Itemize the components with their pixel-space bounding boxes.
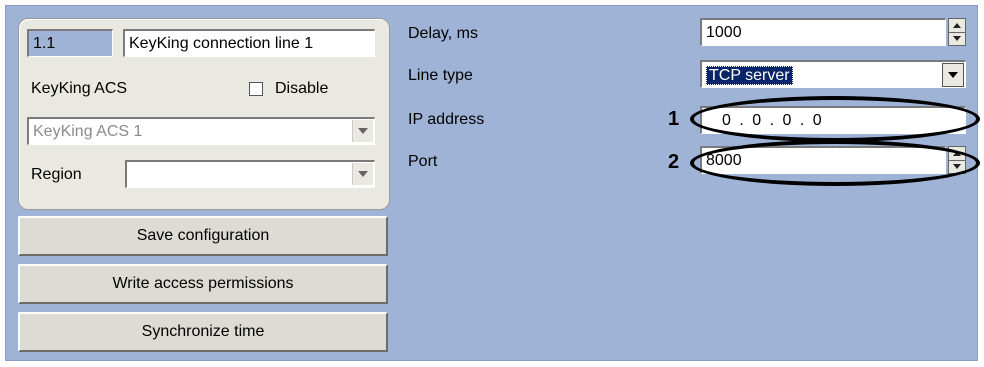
write-access-permissions-button[interactable]: Write access permissions bbox=[18, 264, 388, 304]
disable-checkbox[interactable] bbox=[249, 82, 263, 96]
acs-label: KeyKing ACS bbox=[31, 80, 128, 97]
region-label: Region bbox=[31, 166, 82, 183]
settings-frame: 1.1 KeyKing connection line 1 KeyKing AC… bbox=[5, 5, 980, 361]
callout-number-1: 1 bbox=[668, 108, 680, 130]
spin-down-icon[interactable] bbox=[949, 159, 965, 174]
spin-up-icon[interactable] bbox=[949, 147, 965, 160]
chevron-down-icon[interactable] bbox=[942, 63, 964, 87]
spin-down-icon[interactable] bbox=[949, 31, 965, 46]
line-type-select[interactable]: TCP server bbox=[700, 60, 966, 88]
ip-address-label: IP address bbox=[408, 111, 485, 128]
save-configuration-button[interactable]: Save configuration bbox=[18, 216, 388, 256]
disable-label: Disable bbox=[275, 80, 329, 97]
delay-input[interactable]: 1000 bbox=[700, 18, 946, 46]
synchronize-time-button[interactable]: Synchronize time bbox=[18, 312, 388, 352]
ip-address-input[interactable]: 0 . 0 . 0 . 0 bbox=[700, 106, 966, 134]
port-input[interactable]: 8000 bbox=[700, 146, 946, 174]
chevron-down-icon[interactable] bbox=[352, 120, 373, 142]
object-group-panel: 1.1 KeyKing connection line 1 KeyKing AC… bbox=[18, 18, 390, 210]
line-type-value: TCP server bbox=[706, 66, 793, 85]
object-name-field[interactable]: KeyKing connection line 1 bbox=[123, 29, 375, 57]
delay-label: Delay, ms bbox=[408, 25, 478, 42]
chevron-down-icon[interactable] bbox=[352, 163, 373, 185]
delay-spinner[interactable] bbox=[948, 18, 966, 46]
port-spinner[interactable] bbox=[948, 146, 966, 174]
acs-select-value: KeyKing ACS 1 bbox=[33, 123, 143, 140]
acs-select[interactable]: KeyKing ACS 1 bbox=[27, 117, 375, 145]
line-type-label: Line type bbox=[408, 67, 473, 84]
region-select[interactable] bbox=[125, 160, 375, 188]
callout-number-2: 2 bbox=[668, 151, 680, 173]
spin-up-icon[interactable] bbox=[949, 19, 965, 32]
port-label: Port bbox=[408, 153, 438, 170]
object-id-field[interactable]: 1.1 bbox=[27, 29, 113, 57]
